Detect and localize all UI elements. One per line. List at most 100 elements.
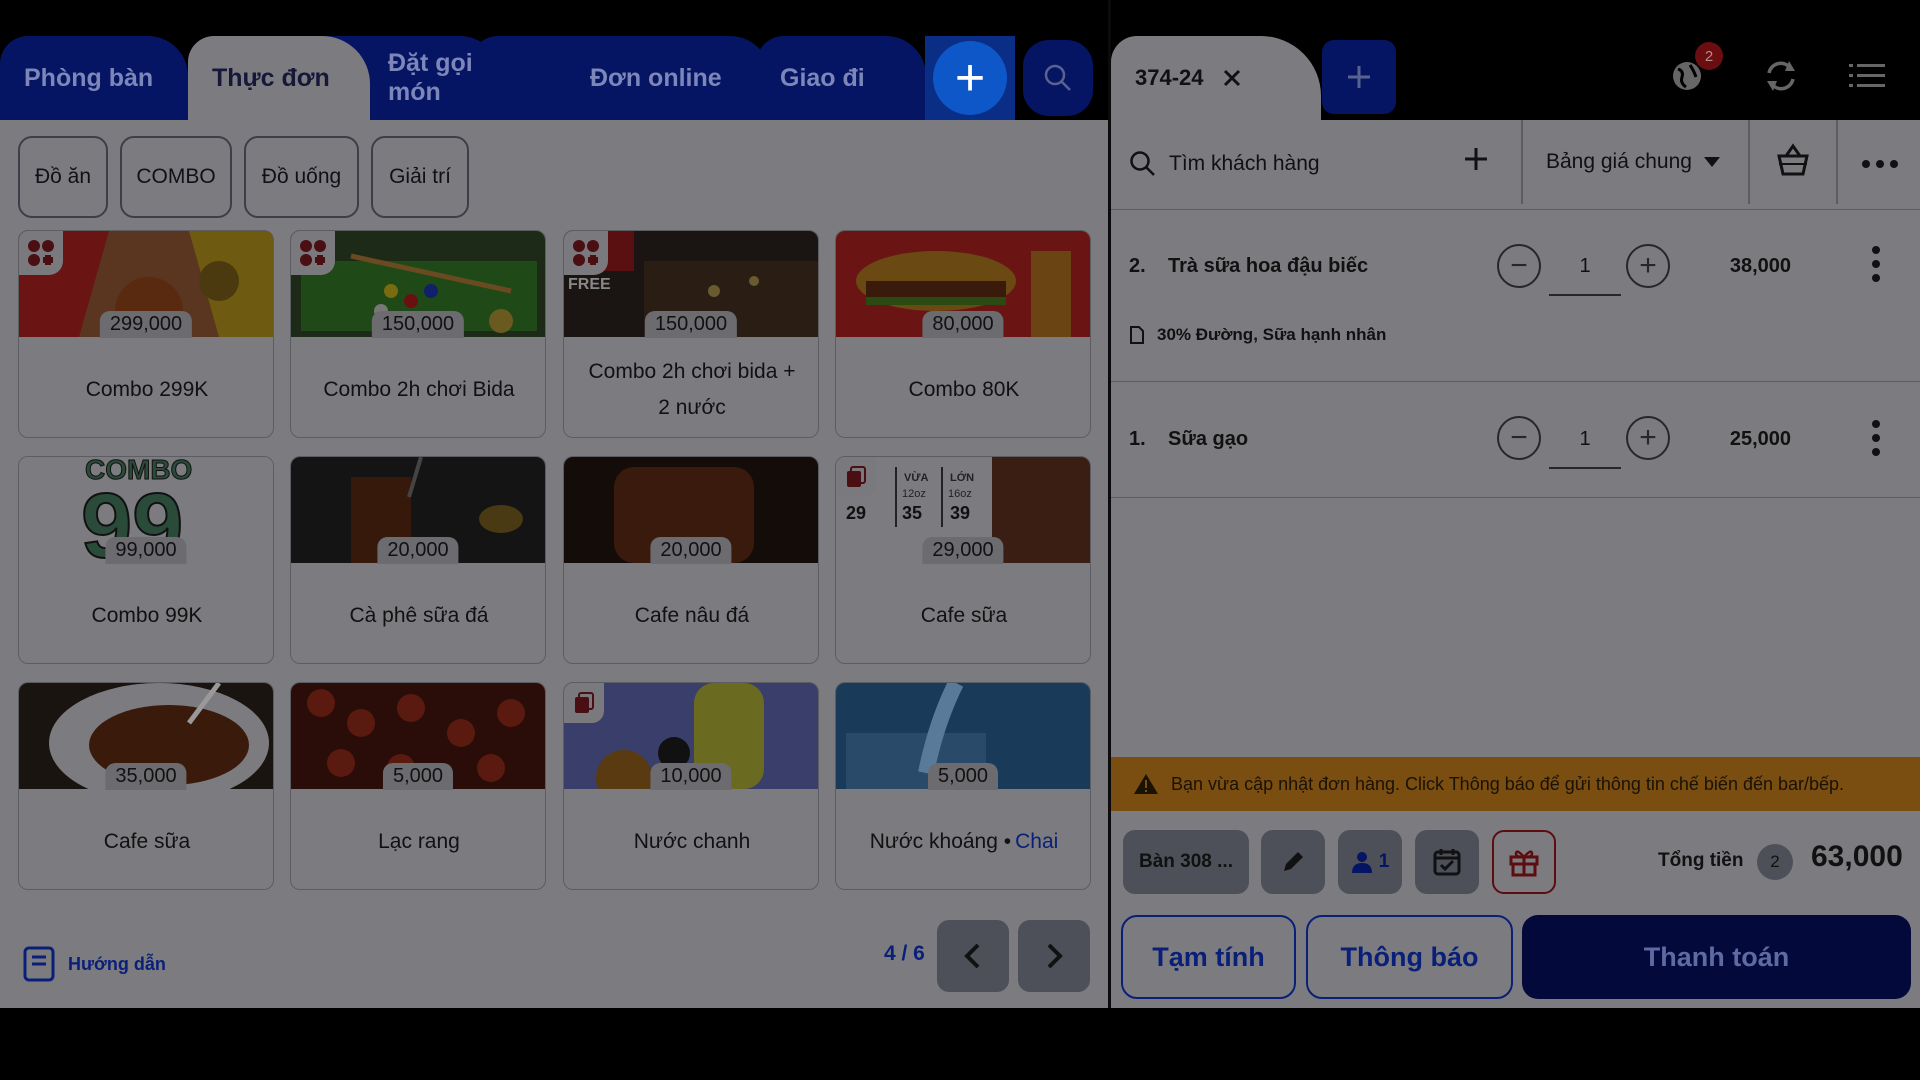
customer-bar: Tìm khách hàng Bảng giá chung [1111,120,1920,210]
product-card[interactable]: VỪA LỚN 12oz 16oz 29 35 39 29,000 Cafe s… [835,456,1091,664]
guests-button[interactable]: 1 [1338,830,1402,894]
product-card[interactable]: 10,000 Nước chanh [563,682,819,890]
guide-label: Hướng dẫn [68,953,166,974]
guest-count: 1 [1378,851,1390,872]
update-warning-banner[interactable]: Bạn vừa cập nhật đơn hàng. Click Thông b… [1111,757,1920,811]
category-label: Đồ uống [261,165,342,188]
total-label: Tổng tiền [1658,850,1744,871]
notification-badge: 2 [1695,42,1723,70]
calendar-check-icon [1433,849,1461,876]
edit-button[interactable] [1261,830,1325,894]
product-card[interactable]: 5,000 Lạc rang [290,682,546,890]
caret-down-icon [1703,157,1720,167]
copy-badge-icon [836,457,876,497]
main-tabbar: Phòng bàn Đặt gọi món Đơn online Giao đi… [0,0,1109,120]
schedule-button[interactable] [1415,830,1479,894]
basket-button[interactable] [1775,142,1811,183]
close-icon[interactable] [1222,68,1242,88]
button-label: Thông báo [1340,941,1479,972]
menu-button[interactable] [1845,54,1889,98]
product-card[interactable]: FREE 150,000 Combo 2h chơi bida + 2 nước [563,230,819,438]
table-label: Bàn 308 ... [1139,851,1233,872]
plus-icon: + [933,41,1007,115]
pay-button[interactable]: Thanh toán [1522,915,1911,999]
line-options-button[interactable] [1871,420,1881,461]
combo-badge-icon [564,231,608,275]
line-options-button[interactable] [1871,246,1881,287]
notify-kitchen-button[interactable]: Thông báo [1306,915,1513,999]
add-customer-button[interactable] [1463,146,1489,177]
qty-field[interactable]: 1 [1549,428,1621,469]
more-options-button[interactable] [1862,156,1898,174]
basket-icon [1777,143,1809,176]
prev-page-button[interactable] [937,920,1009,992]
product-price: 10,000 [650,763,732,790]
minus-icon: − [1510,249,1528,282]
tab-rooms[interactable]: Phòng bàn [0,36,188,120]
table-button[interactable]: Bàn 308 ... [1123,830,1249,894]
combo-badge-icon [19,231,63,275]
line-amount: 25,000 [1729,428,1791,450]
line-note-text: 30% Đường, Sữa hạnh nhân [1157,325,1387,344]
product-card[interactable]: 150,000 Combo 2h chơi Bida [290,230,546,438]
category-entertainment[interactable]: Giải trí [371,136,469,218]
new-order-button[interactable] [1322,40,1396,114]
order-tab-label: 374-24 [1135,65,1204,90]
combo-badge-icon [291,231,335,275]
product-price: 99,000 [105,537,187,564]
qty-field[interactable]: 1 [1549,255,1621,296]
order-line[interactable]: 2. Trà sữa hoa đậu biếc − 1 + 38,000 30%… [1111,210,1920,382]
category-drinks[interactable]: Đồ uống [244,136,359,218]
product-name: Nước khoáng • Chai [836,801,1090,883]
order-tab[interactable]: 374-24 [1111,36,1321,120]
product-card[interactable]: 5,000 Nước khoáng • Chai [835,682,1091,890]
product-card[interactable]: COMBO 99 99,000 Combo 99K [18,456,274,664]
tab-label: Đơn online [590,63,722,92]
button-label: Tạm tính [1152,941,1265,972]
price-list-label: Bảng giá chung [1546,150,1692,173]
provisional-bill-button[interactable]: Tạm tính [1121,915,1296,999]
increase-qty-button[interactable]: + [1626,416,1670,460]
category-combo[interactable]: COMBO [120,136,232,218]
refresh-icon [1767,61,1795,91]
promotion-button[interactable] [1492,830,1556,894]
item-count-badge: 2 [1757,844,1793,880]
product-price: 299,000 [99,311,193,338]
product-card[interactable]: 20,000 Cà phê sữa đá [290,456,546,664]
menu-body: Đồ ăn COMBO Đồ uống Giải trí 299,000 Com… [0,120,1109,1008]
product-card[interactable]: 35,000 Cafe sữa [18,682,274,890]
add-tab-button[interactable]: + [925,36,1015,120]
tab-menu[interactable]: Thực đơn [188,36,370,120]
increase-qty-button[interactable]: + [1626,244,1670,288]
total-amount: 63,000 [1811,840,1903,873]
product-card[interactable]: 80,000 Combo 80K [835,230,1091,438]
plus-icon [1465,148,1487,170]
category-food[interactable]: Đồ ăn [18,136,108,218]
product-card[interactable]: 20,000 Cafe nâu đá [563,456,819,664]
decrease-qty-button[interactable]: − [1497,244,1541,288]
plus-icon: + [1639,249,1657,282]
minus-icon: − [1510,421,1528,454]
product-name: Cafe nâu đá [634,604,750,627]
price-list-dropdown[interactable]: Bảng giá chung [1546,150,1720,174]
decrease-qty-button[interactable]: − [1497,416,1541,460]
guide-link[interactable]: Hướng dẫn [22,945,166,983]
order-actions: Bàn 308 ... 1 Tổng tiền 2 63,000 [1111,830,1920,900]
search-button[interactable] [1023,40,1093,116]
order-line[interactable]: 1. Sữa gạo − 1 + 25,000 [1111,382,1920,498]
copy-badge-icon [564,683,604,723]
tab-online-orders[interactable]: Đơn online [470,36,770,120]
customer-search[interactable]: Tìm khách hàng [1129,150,1320,178]
product-name: Combo 299K [85,378,209,401]
next-page-button[interactable] [1018,920,1090,992]
warning-icon [1134,774,1158,794]
sync-button[interactable] [1759,54,1803,98]
product-name: Nước chanh [633,830,751,853]
page-indicator: 4 / 6 [884,942,925,965]
product-price: 150,000 [644,311,738,338]
tab-delivery[interactable]: Giao đi [756,36,926,120]
line-name: Sữa gạo [1168,428,1249,450]
product-card[interactable]: 299,000 Combo 299K [18,230,274,438]
line-amount: 38,000 [1729,255,1791,277]
product-image-text: VỪA [904,471,928,484]
